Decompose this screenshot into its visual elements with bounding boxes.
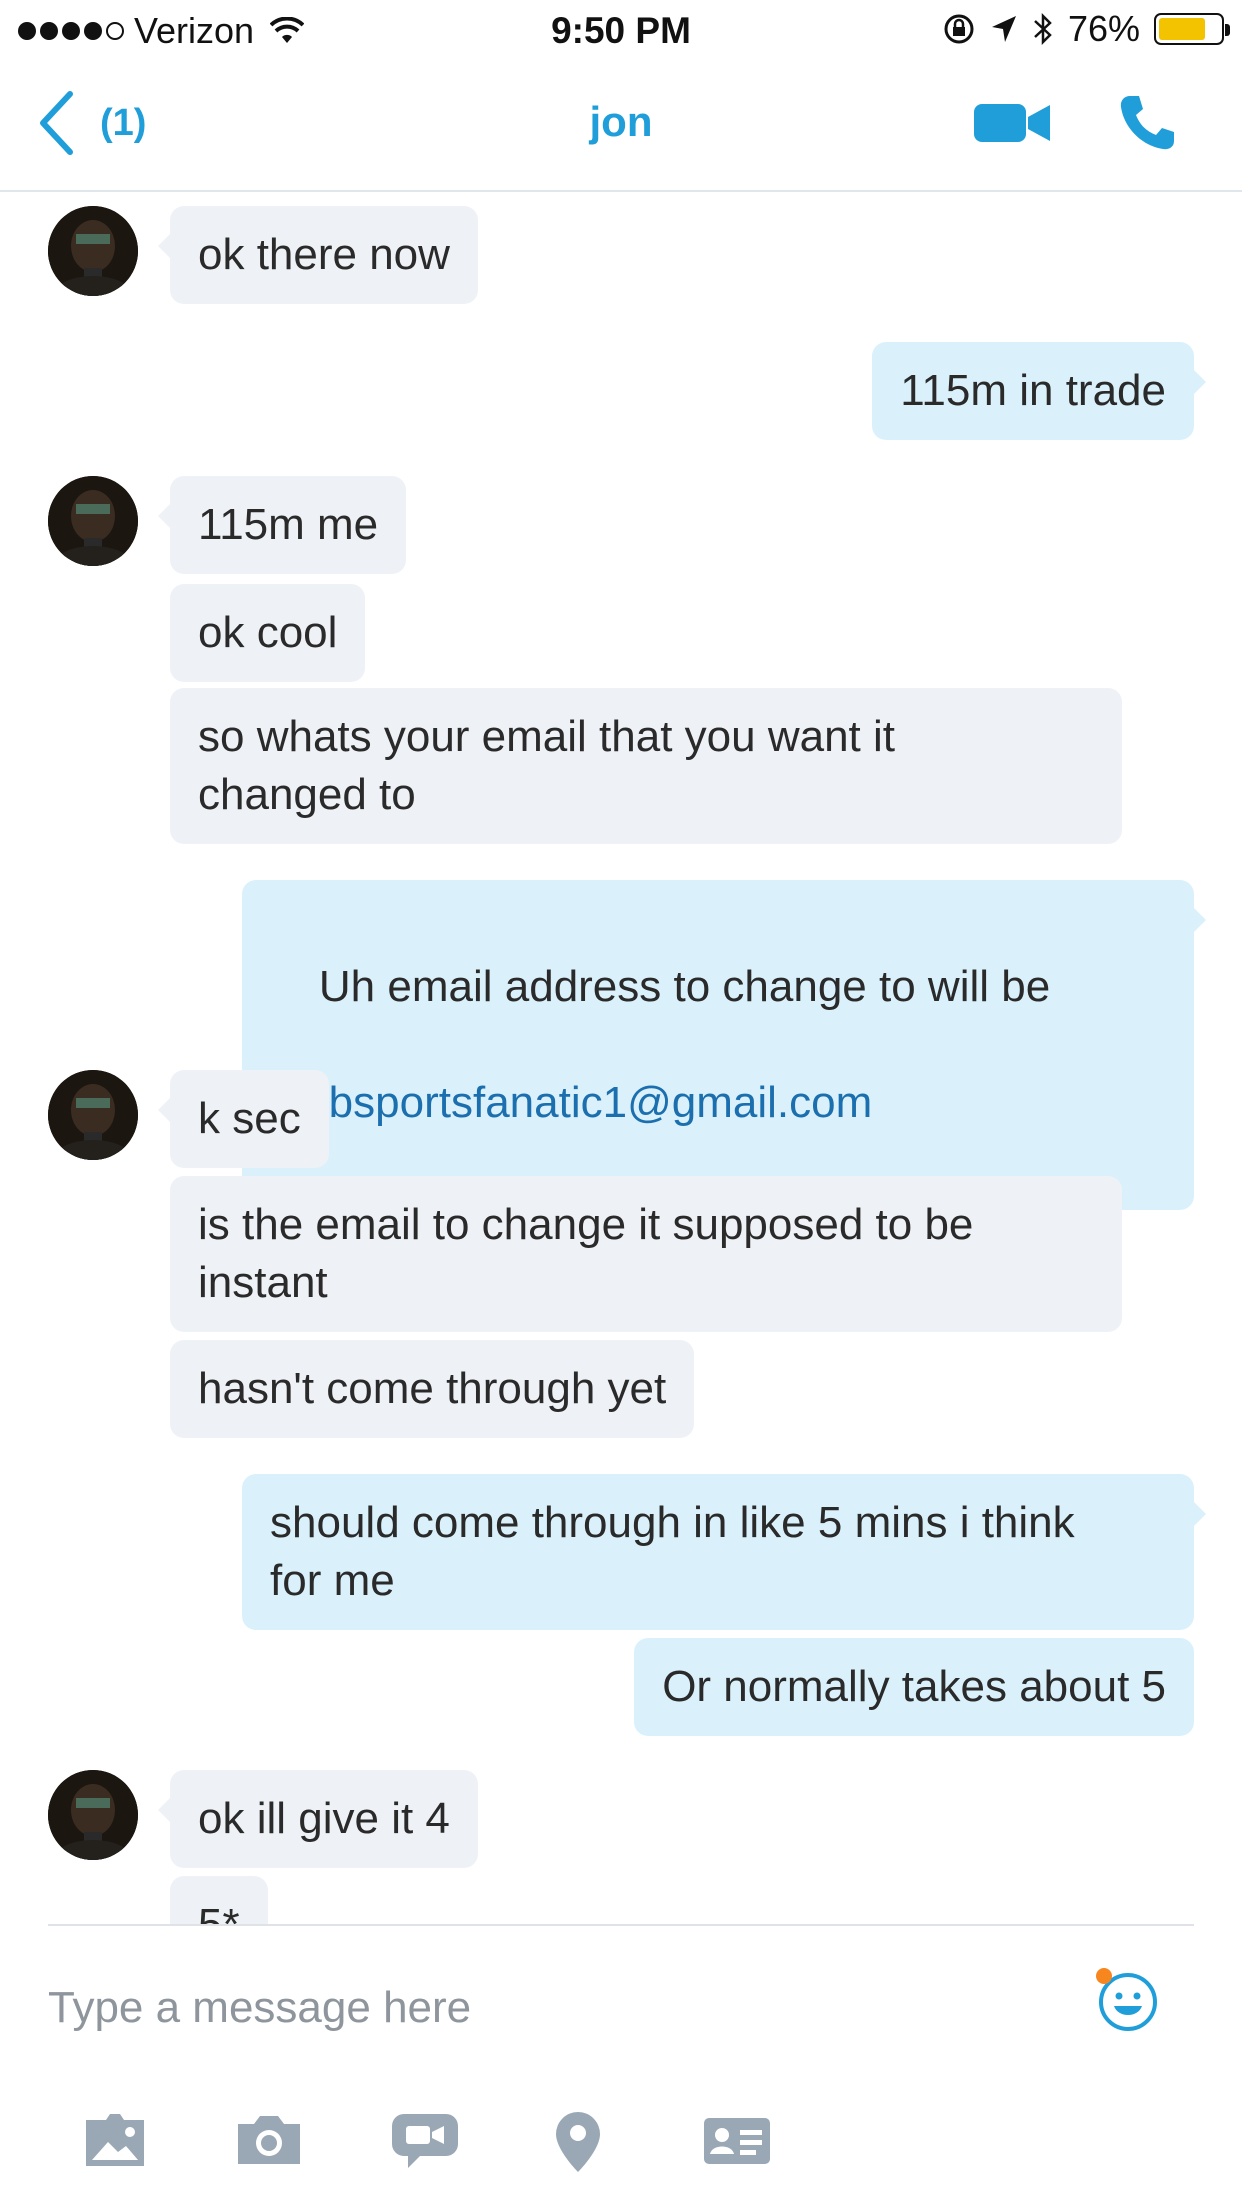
- camera-icon: [238, 2116, 300, 2164]
- emoji-button[interactable]: [1096, 1968, 1160, 2037]
- battery-percent: 76%: [1067, 8, 1140, 49]
- bluetooth-icon: [1034, 12, 1052, 46]
- message-text: Uh email address to change to will be: [318, 962, 1051, 1011]
- camera-button[interactable]: [234, 2110, 304, 2175]
- conversation-header: (1) jon: [0, 62, 1242, 192]
- avatar-image: [48, 1070, 138, 1160]
- status-right: 76%: [942, 8, 1230, 50]
- message-list[interactable]: ok there now 115m in trade 115m me ok co…: [0, 192, 1242, 1924]
- message-incoming[interactable]: ok ill give it 4: [158, 1770, 478, 1868]
- contact-avatar[interactable]: [48, 1070, 138, 1160]
- message-incoming[interactable]: k sec: [158, 1070, 329, 1168]
- video-message-icon: [392, 2114, 458, 2168]
- photo-gallery-icon: [86, 2114, 144, 2166]
- contact-card-icon: [704, 2118, 770, 2164]
- composer-toolbar: [0, 2100, 1242, 2190]
- message-incoming[interactable]: ok there now: [158, 206, 478, 304]
- contact-share-button[interactable]: [702, 2110, 772, 2175]
- message-outgoing[interactable]: should come through in like 5 mins i thi…: [242, 1474, 1206, 1630]
- composer-divider: [48, 1924, 1194, 1926]
- message-incoming[interactable]: ok cool: [170, 584, 366, 682]
- battery-fill: [1159, 18, 1205, 40]
- message-incoming[interactable]: 115m me: [157, 476, 407, 574]
- message-outgoing[interactable]: Or normally takes about 5: [634, 1638, 1194, 1736]
- contact-name[interactable]: jon: [0, 98, 1242, 146]
- contact-avatar[interactable]: [48, 206, 138, 296]
- contact-avatar[interactable]: [48, 476, 138, 566]
- gallery-button[interactable]: [80, 2110, 150, 2175]
- location-arrow-icon: [991, 16, 1016, 42]
- rotation-lock-icon: [944, 14, 974, 44]
- message-incoming[interactable]: 5*: [170, 1876, 268, 1924]
- message-outgoing[interactable]: Uh email address to change to will be jb…: [242, 880, 1206, 1210]
- email-link[interactable]: jbsportsfanatic1@gmail.com: [319, 1078, 872, 1127]
- message-incoming[interactable]: so whats your email that you want it cha…: [170, 688, 1122, 844]
- video-call-button[interactable]: [972, 100, 1052, 151]
- message-outgoing[interactable]: 115m in trade: [872, 342, 1206, 440]
- emoji-notification-dot: [1096, 1968, 1112, 1984]
- phone-icon: [1120, 96, 1174, 150]
- audio-call-button[interactable]: [1116, 92, 1178, 159]
- message-incoming[interactable]: is the email to change it supposed to be…: [170, 1176, 1122, 1332]
- location-button[interactable]: [554, 2110, 602, 2179]
- avatar-image: [48, 206, 138, 296]
- video-camera-icon: [974, 104, 1050, 142]
- video-message-button[interactable]: [390, 2110, 460, 2175]
- message-input[interactable]: [48, 1968, 1048, 2048]
- location-pin-icon: [556, 2112, 600, 2172]
- avatar-image: [48, 476, 138, 566]
- avatar-image: [48, 1770, 138, 1860]
- message-incoming[interactable]: hasn't come through yet: [170, 1340, 695, 1438]
- contact-avatar[interactable]: [48, 1770, 138, 1860]
- status-bar: Verizon 9:50 PM 76%: [0, 0, 1242, 62]
- battery-icon: [1154, 13, 1230, 45]
